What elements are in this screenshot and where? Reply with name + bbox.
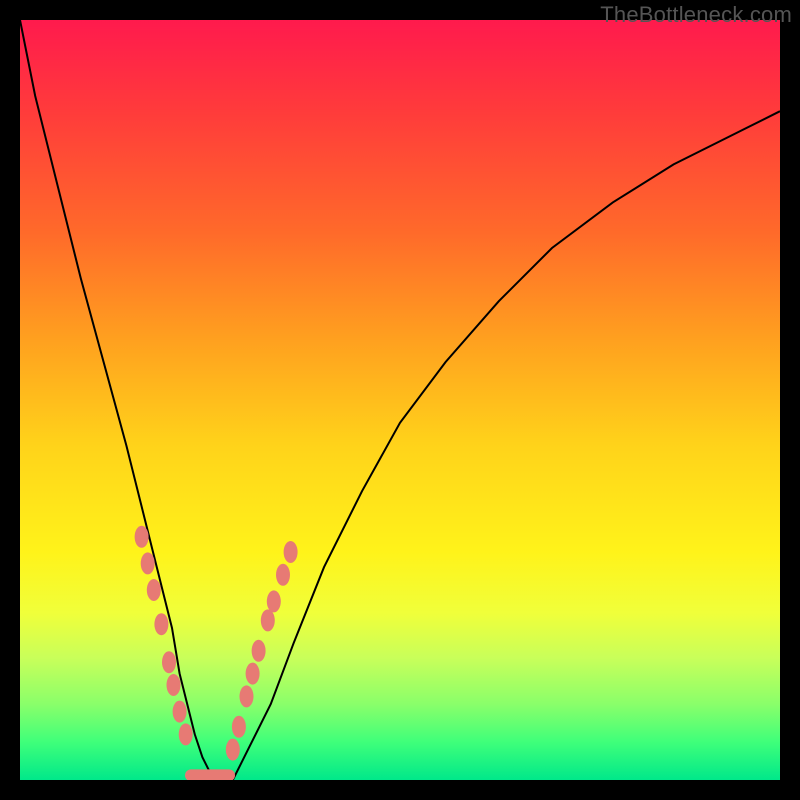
marker-dot (252, 640, 266, 662)
marker-dot (246, 663, 260, 685)
marker-dot (173, 701, 187, 723)
watermark-text: TheBottleneck.com (600, 2, 792, 28)
marker-dot (147, 579, 161, 601)
marker-dot (167, 674, 181, 696)
marker-dot (135, 526, 149, 548)
chart-svg (20, 20, 780, 780)
chart-frame (20, 20, 780, 780)
marker-dot (267, 590, 281, 612)
marker-dot (284, 541, 298, 563)
marker-dot (240, 685, 254, 707)
bottleneck-curve (20, 20, 780, 780)
marker-dot (154, 613, 168, 635)
marker-dot (179, 723, 193, 745)
marker-dot (162, 651, 176, 673)
marker-dot (226, 739, 240, 761)
marker-dot (276, 564, 290, 586)
right-branch-markers (226, 541, 298, 761)
marker-dot (232, 716, 246, 738)
left-branch-markers (135, 526, 193, 746)
marker-dot (141, 552, 155, 574)
marker-dot (261, 609, 275, 631)
